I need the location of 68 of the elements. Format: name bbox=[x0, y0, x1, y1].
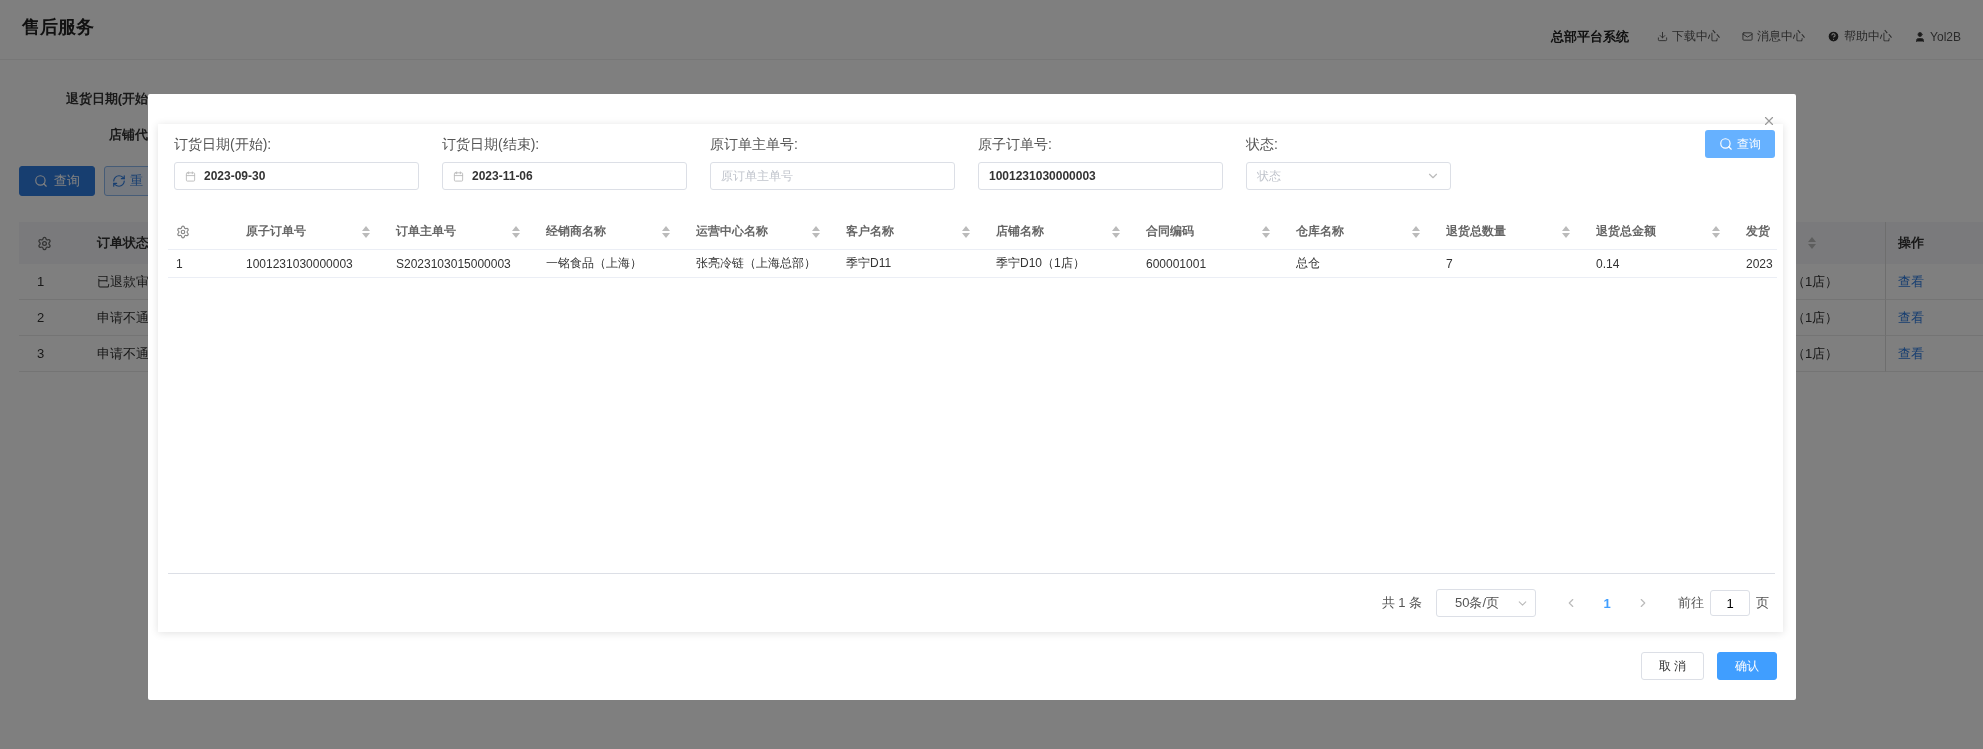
sort-icon[interactable] bbox=[1262, 225, 1270, 238]
view-link[interactable]: 查看 bbox=[1898, 344, 1924, 363]
field-label: 订货日期(结束): bbox=[442, 136, 541, 154]
system-name: 总部平台系统 bbox=[1551, 27, 1630, 46]
goto-field[interactable]: 1 bbox=[1710, 590, 1750, 616]
table-cell: 1 bbox=[19, 264, 79, 300]
date-field[interactable]: 2023-11-06 bbox=[442, 162, 687, 190]
goto-label: 前往 bbox=[1678, 594, 1704, 612]
sort-icon[interactable] bbox=[1712, 225, 1720, 238]
close-icon[interactable] bbox=[1762, 114, 1776, 128]
filter-label: 退货日期(开始 bbox=[64, 90, 148, 108]
refresh-icon bbox=[112, 174, 126, 188]
column-header: 合同编码 bbox=[1146, 223, 1194, 240]
field-label: 原订单主单号: bbox=[710, 136, 799, 154]
page-title: 售后服务 bbox=[22, 15, 94, 39]
page-suffix: 页 bbox=[1756, 594, 1769, 612]
column-header: 退货总数量 bbox=[1446, 223, 1506, 240]
column-header: 原子订单号 bbox=[246, 223, 306, 240]
column-header: 运营中心名称 bbox=[696, 223, 768, 240]
header-link[interactable]: 下载中心 bbox=[1657, 28, 1721, 45]
page-size-select[interactable]: 50条/页 bbox=[1436, 589, 1536, 617]
cancel-button[interactable]: 取 消 bbox=[1640, 652, 1704, 680]
search-icon bbox=[34, 174, 48, 188]
column-header: 发货 bbox=[1746, 223, 1770, 240]
sort-icon[interactable] bbox=[1562, 225, 1570, 238]
sort-icon[interactable] bbox=[962, 225, 970, 238]
sort-icon[interactable] bbox=[512, 225, 520, 238]
table-cell: 2 bbox=[19, 300, 79, 336]
input-field[interactable]: 1001231030000003 bbox=[978, 162, 1223, 190]
filter-label: 店铺代 bbox=[108, 126, 148, 144]
settings-icon[interactable] bbox=[176, 224, 190, 239]
search-button[interactable]: 查询 bbox=[1705, 130, 1775, 158]
field-label: 订货日期(开始): bbox=[174, 136, 273, 154]
sort-icon[interactable] bbox=[662, 225, 670, 238]
column-header: 经销商名称 bbox=[546, 223, 606, 240]
help-icon bbox=[1827, 30, 1841, 43]
page-number[interactable]: 1 bbox=[1592, 595, 1622, 611]
download-icon bbox=[1657, 31, 1669, 42]
calendar-icon bbox=[185, 170, 196, 182]
header-link[interactable]: 帮助中心 bbox=[1827, 28, 1893, 45]
column-header: 操作 bbox=[1885, 222, 1983, 264]
view-link[interactable]: 查看 bbox=[1898, 272, 1924, 291]
user-icon bbox=[1914, 30, 1927, 43]
date-field[interactable]: 2023-09-30 bbox=[174, 162, 419, 190]
sort-icon[interactable] bbox=[1112, 225, 1120, 238]
view-link[interactable]: 查看 bbox=[1898, 308, 1924, 327]
sort-icon[interactable] bbox=[362, 225, 370, 238]
table-cell: 3 bbox=[19, 336, 79, 372]
field-label: 状态: bbox=[1246, 136, 1279, 154]
column-header: 店铺名称 bbox=[996, 223, 1044, 240]
sort-icon[interactable] bbox=[1808, 237, 1816, 249]
column-header: 仓库名称 bbox=[1296, 223, 1344, 240]
sort-icon[interactable] bbox=[812, 225, 820, 238]
header-link[interactable]: Yol2B bbox=[1914, 29, 1961, 44]
column-header: 客户名称 bbox=[846, 223, 894, 240]
search-icon bbox=[1719, 137, 1733, 151]
mail-icon bbox=[1742, 31, 1754, 42]
column-header: 订单主单号 bbox=[396, 223, 456, 240]
total-count: 共 1 条 bbox=[1381, 594, 1422, 612]
header-link[interactable]: 消息中心 bbox=[1742, 28, 1806, 45]
confirm-button[interactable]: 确认 bbox=[1717, 652, 1777, 680]
column-header: 退货总金额 bbox=[1596, 223, 1656, 240]
field-label: 原子订单号: bbox=[978, 136, 1053, 154]
settings-icon[interactable] bbox=[37, 235, 52, 251]
sort-icon[interactable] bbox=[1412, 225, 1420, 238]
calendar-icon bbox=[453, 170, 464, 182]
search-button[interactable]: 查询 bbox=[19, 166, 95, 196]
reset-button[interactable]: 重 bbox=[104, 166, 151, 196]
